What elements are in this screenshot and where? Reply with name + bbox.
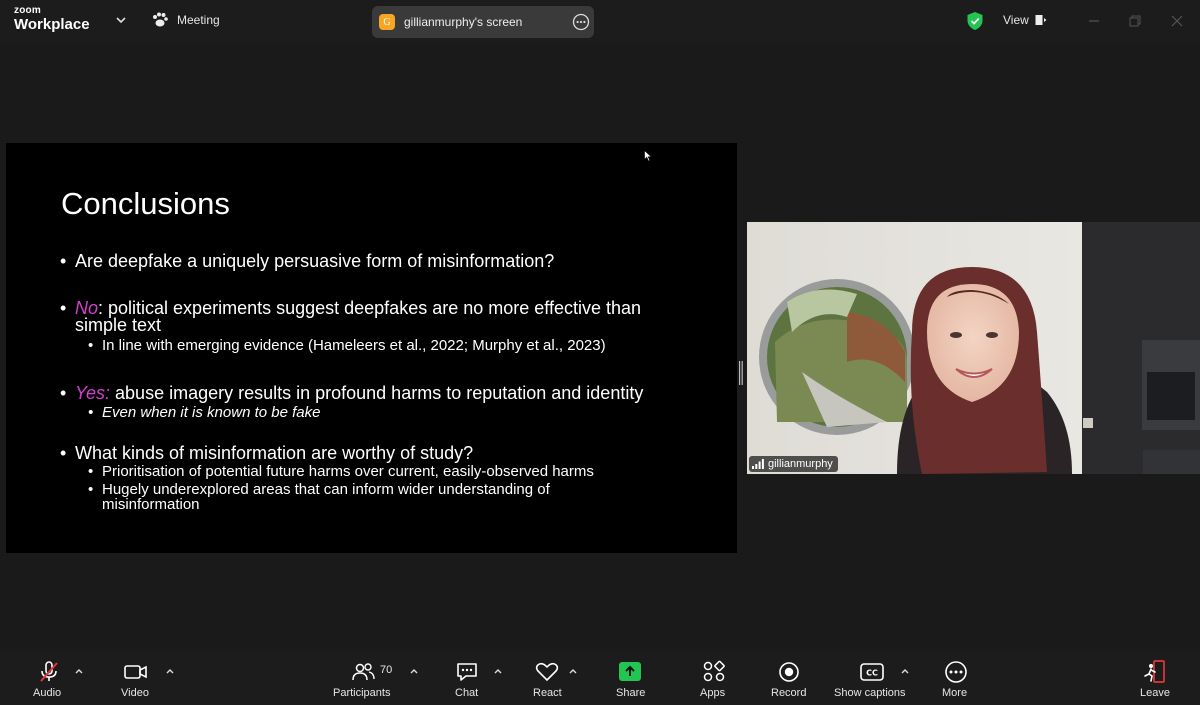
- bullet-1: Are deepfake a uniquely persuasive form …: [60, 251, 554, 272]
- share-screen-button[interactable]: Share: [612, 651, 648, 705]
- view-layout-icon: [1035, 15, 1047, 25]
- chat-label: Chat: [455, 687, 479, 699]
- restore-icon[interactable]: [1126, 12, 1144, 30]
- bullet-2: No: political experiments suggest deepfa…: [60, 298, 715, 335]
- shield-check-icon[interactable]: [966, 11, 984, 31]
- microphone-muted-icon: [40, 661, 58, 682]
- closed-captions-icon: CC: [860, 663, 884, 681]
- zoom-workplace-logo[interactable]: zoom Workplace: [14, 5, 90, 33]
- bullet-3-text: abuse imagery results in profound harms …: [110, 383, 644, 403]
- record-label: Record: [771, 687, 807, 699]
- record-icon: [779, 662, 799, 682]
- bullet-2-sub-text: In line with emerging evidence (Hameleer…: [102, 337, 606, 354]
- mouse-cursor-icon: [644, 150, 652, 162]
- audio-label: Audio: [33, 687, 62, 699]
- chat-options-caret-icon[interactable]: [493, 667, 503, 675]
- screen-share-indicator[interactable]: G gillianmurphy's screen: [372, 6, 594, 38]
- slide-title: Conclusions: [61, 186, 230, 221]
- participant-video-tile[interactable]: [747, 222, 1200, 474]
- close-icon[interactable]: [1168, 12, 1186, 30]
- react-options-caret-icon[interactable]: [568, 667, 578, 675]
- bullet-4-sub-1: Prioritisation of potential future harms…: [88, 463, 594, 480]
- participant-name-tag: gillianmurphy: [749, 456, 838, 472]
- logo-top-text: zoom: [14, 5, 41, 16]
- show-captions-button[interactable]: CC Show captions: [832, 651, 912, 705]
- participants-button[interactable]: 70 Participants: [330, 651, 400, 705]
- video-camera-icon: [124, 665, 147, 679]
- video-options-caret-icon[interactable]: [165, 667, 175, 675]
- video-label: Video: [121, 687, 149, 699]
- bullet-3: Yes: abuse imagery results in profound h…: [60, 383, 643, 404]
- more-button[interactable]: More: [938, 651, 974, 705]
- meeting-menu[interactable]: Meeting: [151, 12, 220, 28]
- chat-bubble-icon: [457, 663, 477, 681]
- participant-name: gillianmurphy: [768, 458, 833, 470]
- meeting-label: Meeting: [177, 13, 220, 27]
- apps-icon: [703, 660, 725, 682]
- bullet-1-text: Are deepfake a uniquely persuasive form …: [75, 251, 555, 271]
- sharer-avatar: G: [379, 14, 395, 30]
- logo-bottom-text: Workplace: [14, 16, 90, 33]
- react-button[interactable]: React: [530, 651, 565, 705]
- paw-icon: [153, 12, 168, 27]
- heart-icon: [535, 662, 559, 681]
- view-button[interactable]: View: [1003, 13, 1047, 27]
- bullet-3-lead: Yes:: [75, 383, 111, 403]
- audio-options-caret-icon[interactable]: [74, 667, 84, 675]
- more-icon: [945, 661, 967, 683]
- captions-label: Show captions: [834, 687, 906, 699]
- title-bar: zoom Workplace Meeting G gillianmurphy's…: [0, 0, 1200, 43]
- signal-strength-icon: [752, 459, 764, 469]
- chat-button[interactable]: Chat: [450, 651, 485, 705]
- bullet-4-text: What kinds of misinformation are worthy …: [75, 443, 474, 463]
- chevron-down-icon[interactable]: [113, 12, 129, 28]
- audio-button[interactable]: Audio: [20, 651, 80, 705]
- bullet-4-sub-2: Hugely underexplored areas that can info…: [88, 482, 550, 512]
- more-label: More: [942, 687, 968, 699]
- participants-options-caret-icon[interactable]: [409, 667, 419, 675]
- apps-button[interactable]: Apps: [697, 651, 731, 705]
- bullet-4: What kinds of misinformation are worthy …: [60, 443, 473, 464]
- leave-label: Leave: [1140, 687, 1170, 699]
- bullet-3-sub-text: Even when it is known to be fake: [102, 404, 321, 421]
- minimize-icon[interactable]: [1085, 12, 1103, 30]
- record-button[interactable]: Record: [768, 651, 810, 705]
- svg-text:CC: CC: [866, 669, 878, 678]
- participants-label: Participants: [333, 687, 391, 699]
- leave-button[interactable]: Leave: [1136, 651, 1174, 705]
- react-label: React: [533, 687, 562, 699]
- shared-screen-slide: Conclusions Are deepfake a uniquely pers…: [6, 143, 737, 553]
- view-label: View: [1003, 13, 1029, 27]
- share-screen-icon: [619, 662, 641, 681]
- more-options-icon[interactable]: [572, 13, 590, 31]
- share-label: gillianmurphy's screen: [404, 15, 523, 29]
- bullet-3-sub: Even when it is known to be fake: [88, 404, 320, 421]
- participants-icon: [352, 663, 375, 681]
- participants-count: 70: [380, 664, 393, 676]
- bullet-2-sub: In line with emerging evidence (Hameleer…: [88, 337, 606, 354]
- bullet-2-text-cont: simple text: [75, 315, 162, 335]
- bullet-4-sub-1-text: Prioritisation of potential future harms…: [102, 463, 594, 480]
- captions-options-caret-icon[interactable]: [900, 667, 910, 675]
- meeting-toolbar: Audio Video 70 Participants Chat React S…: [0, 651, 1200, 705]
- participant-video-feed: [747, 222, 1200, 474]
- share-label: Share: [616, 687, 646, 699]
- bullet-2-text: : political experiments suggest deepfake…: [98, 298, 641, 318]
- leave-door-icon: [1144, 660, 1165, 683]
- apps-label: Apps: [700, 687, 726, 699]
- panel-resize-handle[interactable]: [739, 361, 743, 385]
- bullet-4-sub-2-text-cont: misinformation: [102, 496, 200, 513]
- video-button[interactable]: Video: [110, 651, 165, 705]
